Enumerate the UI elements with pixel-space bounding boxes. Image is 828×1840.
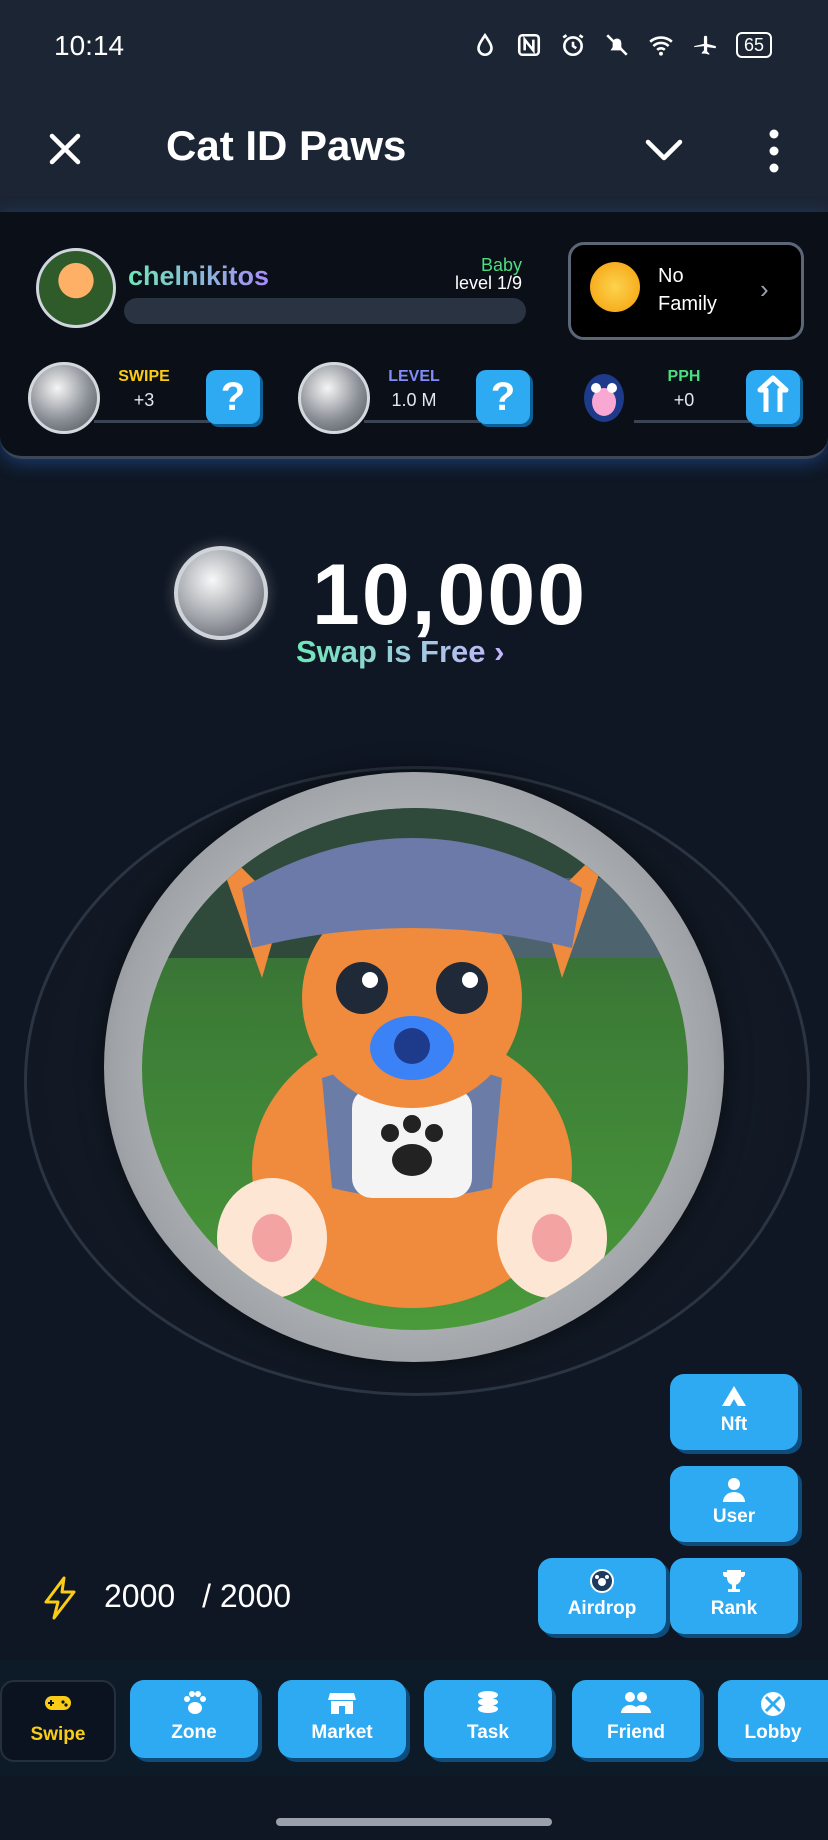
battery-indicator: 65	[735, 32, 772, 58]
lightning-icon	[44, 1576, 76, 1620]
close-icon[interactable]	[40, 124, 90, 174]
nfc-icon	[517, 33, 541, 57]
rank-label: Rank	[710, 1598, 758, 1619]
airdrop-label: Airdrop	[567, 1598, 637, 1619]
level-name: Baby	[480, 255, 522, 275]
stat-divider	[634, 420, 750, 423]
user-icon	[670, 1466, 798, 1506]
stat-divider	[94, 420, 210, 423]
stat-swipe-value: +3	[133, 390, 155, 410]
nav-swipe-label: Swipe	[30, 1724, 86, 1745]
energy-current: 2000	[104, 1578, 176, 1614]
family-text: No Family	[658, 262, 717, 318]
water-drop-icon	[477, 32, 493, 57]
pph-upgrade-button[interactable]	[746, 370, 800, 424]
balance-amount: 10,000	[312, 547, 588, 643]
nft-icon	[670, 1374, 798, 1414]
energy-counter: 2000 / 2000	[104, 1578, 291, 1615]
airdrop-icon	[538, 1558, 666, 1598]
coins-icon	[424, 1680, 552, 1722]
trophy-icon	[670, 1558, 798, 1598]
stat-divider	[364, 420, 480, 423]
nav-zone[interactable]: Zone	[130, 1680, 258, 1758]
nav-friend[interactable]: Friend	[572, 1680, 700, 1758]
nav-swipe[interactable]: Swipe	[0, 1680, 116, 1762]
avatar[interactable]	[36, 248, 116, 328]
family-line2: Family	[658, 293, 717, 315]
nft-button[interactable]: Nft	[670, 1374, 798, 1450]
user-button[interactable]: User	[670, 1466, 798, 1542]
swipe-coin-icon	[28, 362, 100, 434]
family-line1: No	[658, 265, 684, 287]
level-tag: Baby level 1/9	[446, 256, 522, 292]
app-bar	[0, 96, 828, 212]
bottom-nav	[0, 1660, 828, 1776]
level-text: level 1/9	[454, 273, 522, 293]
stat-pph-label: PPH	[667, 368, 701, 385]
arrow-up-icon	[757, 375, 789, 412]
paw-coin-icon	[174, 546, 268, 640]
nav-lobby-label: Lobby	[744, 1722, 802, 1743]
stat-pph-value: +0	[673, 390, 695, 410]
nav-task[interactable]: Task	[424, 1680, 552, 1758]
user-label: User	[712, 1506, 756, 1527]
stat-swipe-label: SWIPE	[118, 368, 170, 385]
status-icons: 65	[472, 32, 772, 58]
chevron-down-icon[interactable]	[642, 128, 686, 172]
cat-character-image[interactable]	[142, 808, 688, 1330]
paw-icon	[130, 1680, 258, 1722]
nav-market[interactable]: Market	[278, 1680, 406, 1758]
xbox-icon	[718, 1680, 828, 1722]
gamepad-icon	[2, 1682, 114, 1724]
app-title: Cat ID Paws	[166, 122, 407, 169]
nav-friend-label: Friend	[606, 1722, 666, 1743]
level-help-button[interactable]: ?	[476, 370, 530, 424]
nav-lobby[interactable]: Lobby	[718, 1680, 828, 1758]
rank-button[interactable]: Rank	[670, 1558, 798, 1634]
chevron-right-icon: ›	[760, 274, 769, 304]
airplane-icon	[694, 35, 716, 55]
swipe-help-button[interactable]: ?	[206, 370, 260, 424]
swap-link[interactable]: Swap is Free ›	[296, 634, 504, 670]
alarm-icon	[562, 34, 584, 57]
friends-icon	[572, 1680, 700, 1722]
store-icon	[278, 1680, 406, 1722]
pph-creature-icon	[584, 374, 624, 422]
energy-max: / 2000	[202, 1578, 292, 1614]
username: chelnikitos	[128, 261, 270, 291]
wifi-icon	[649, 36, 673, 56]
stat-level-label: LEVEL	[388, 368, 440, 385]
family-icon	[590, 262, 640, 312]
stat-level-value: 1.0 M	[391, 390, 437, 410]
bell-muted-icon	[606, 34, 628, 56]
baby-cat-illustration	[142, 808, 688, 1308]
home-indicator[interactable]	[276, 1818, 552, 1826]
nft-label: Nft	[720, 1414, 748, 1435]
status-time: 10:14	[54, 30, 125, 61]
nav-zone-label: Zone	[171, 1722, 217, 1743]
nav-task-label: Task	[467, 1722, 509, 1743]
more-vertical-icon[interactable]	[764, 126, 784, 176]
airdrop-button[interactable]: Airdrop	[538, 1558, 666, 1634]
level-coin-icon	[298, 362, 370, 434]
nav-market-label: Market	[311, 1722, 373, 1743]
level-progress-bar	[124, 298, 526, 324]
